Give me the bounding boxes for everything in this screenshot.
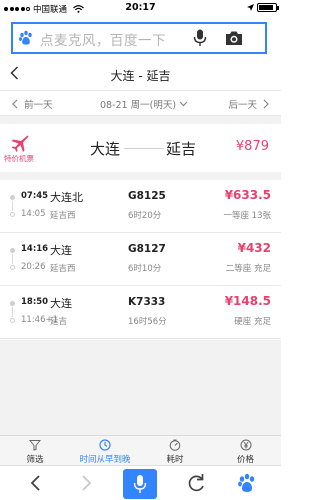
arrow-left-icon <box>30 475 40 491</box>
nav-bar: 大连 - 延吉 <box>0 58 281 91</box>
arrive-station: 延吉西 <box>50 264 76 274</box>
prev-day-label: 前一天 <box>24 100 53 111</box>
date-bar: 前一天 08-21 周一(明天) 后一天 <box>0 91 281 116</box>
page-title: 大连 - 延吉 <box>110 69 171 83</box>
chevron-right-icon <box>263 99 269 109</box>
train-duration: 6时20分 <box>128 211 162 221</box>
chevron-down-icon <box>179 101 188 107</box>
arrive-dot <box>10 318 15 323</box>
flight-price: ¥879 <box>235 139 269 154</box>
filter-icon <box>29 440 41 451</box>
tab-sort-duration[interactable]: 耗时 <box>140 436 210 466</box>
depart-time: 14:16 <box>21 244 49 254</box>
train-price: ¥148.5 <box>224 294 271 308</box>
train-number: K7333 <box>128 296 166 308</box>
seat-availability: 硬座 充足 <box>234 317 271 327</box>
current-date-label: 08-21 周一(明天) <box>100 100 177 111</box>
train-price: ¥432 <box>237 241 271 255</box>
next-day-label: 后一天 <box>228 100 257 111</box>
system-icons <box>247 3 279 12</box>
arrive-station: 延吉西 <box>50 211 76 221</box>
depart-station: 大连北 <box>50 191 83 204</box>
section-divider <box>0 116 281 124</box>
search-placeholder: 点麦克风，百度一下 <box>40 33 166 49</box>
tab-filter[interactable]: 筛选 <box>0 436 70 466</box>
arrive-dot <box>10 212 15 217</box>
date-selector[interactable]: 08-21 周一(明天) <box>100 97 188 111</box>
flight-promo-tag: 特价机票 <box>4 154 34 163</box>
browser-toolbar <box>0 465 281 500</box>
seat-availability: 二等座 充足 <box>225 264 271 274</box>
yen-icon <box>240 439 251 451</box>
arrive-station: 延吉 <box>50 317 68 327</box>
forward-button[interactable] <box>76 471 96 497</box>
battery-icon <box>257 3 279 12</box>
refresh-icon <box>188 474 204 492</box>
chevron-left-icon <box>12 99 18 109</box>
seat-availability: 一等座 13张 <box>223 211 271 221</box>
status-bar: 中国联通 20:17 <box>0 0 281 16</box>
arrive-time: 20:26 <box>21 262 46 272</box>
search-input[interactable]: 点麦克风，百度一下 <box>11 22 267 54</box>
train-row[interactable]: 07:45 大连北 14:05 延吉西 G8125 6时20分 ¥633.5 一… <box>0 180 281 233</box>
voice-search-button[interactable] <box>123 469 157 499</box>
empty-area <box>0 340 281 435</box>
depart-dot <box>10 248 15 253</box>
timer-icon <box>169 439 181 451</box>
baidu-paw-icon <box>238 473 255 492</box>
train-list: 07:45 大连北 14:05 延吉西 G8125 6时20分 ¥633.5 一… <box>0 180 281 340</box>
tab-sort-duration-label: 耗时 <box>166 455 184 465</box>
depart-dot <box>10 301 15 306</box>
tab-filter-label: 筛选 <box>26 455 44 465</box>
microphone-icon <box>133 475 147 493</box>
train-number: G8125 <box>128 190 166 202</box>
section-divider <box>0 172 281 180</box>
train-duration: 16时56分 <box>128 317 167 327</box>
tab-sort-price[interactable]: 价格 <box>210 436 281 466</box>
train-price: ¥633.5 <box>224 188 271 202</box>
tab-sort-time-label: 时间从早到晚 <box>79 455 131 465</box>
refresh-button[interactable] <box>185 471 207 497</box>
train-number: G8127 <box>128 243 166 255</box>
arrive-time: 14:05 <box>21 209 46 219</box>
camera-icon[interactable] <box>225 30 243 46</box>
microphone-icon[interactable] <box>193 29 207 47</box>
train-duration: 6时10分 <box>128 264 162 274</box>
sort-tab-bar: 筛选 时间从早到晚 耗时 价格 <box>0 435 281 465</box>
prev-day-button[interactable]: 前一天 <box>12 97 53 111</box>
search-bar: 点麦克风，百度一下 <box>0 16 281 58</box>
flight-to: 延吉 <box>166 140 197 158</box>
depart-station: 大连 <box>50 244 72 257</box>
train-row[interactable]: 14:16 大连 20:26 延吉西 G8127 6时10分 ¥432 二等座 … <box>0 233 281 286</box>
baidu-paw-icon <box>19 30 32 45</box>
airplane-icon <box>11 135 29 152</box>
arrive-dot <box>10 265 15 270</box>
tab-sort-time[interactable]: 时间从早到晚 <box>70 436 140 466</box>
clock: 20:17 <box>125 2 156 13</box>
arrow-right-icon <box>82 475 92 491</box>
flight-promo-card[interactable]: 特价机票 大连 延吉 ¥879 <box>0 124 281 172</box>
back-button[interactable] <box>26 471 46 497</box>
location-arrow-icon <box>247 4 254 11</box>
next-day-button[interactable]: 后一天 <box>228 97 269 111</box>
route-line <box>124 148 164 149</box>
tab-sort-price-label: 价格 <box>236 455 254 465</box>
route-connector <box>12 201 13 211</box>
depart-time: 18:50 <box>21 297 49 307</box>
route-connector <box>12 307 13 317</box>
flight-from: 大连 <box>90 140 121 158</box>
route-connector <box>12 254 13 264</box>
baidu-home-button[interactable] <box>236 471 258 497</box>
depart-dot <box>10 195 15 200</box>
train-row[interactable]: 18:50 大连 11:46+1 延吉 K7333 16时56分 ¥148.5 … <box>0 286 281 339</box>
depart-station: 大连 <box>50 297 72 310</box>
clock-icon <box>99 439 111 451</box>
depart-time: 07:45 <box>21 191 49 201</box>
